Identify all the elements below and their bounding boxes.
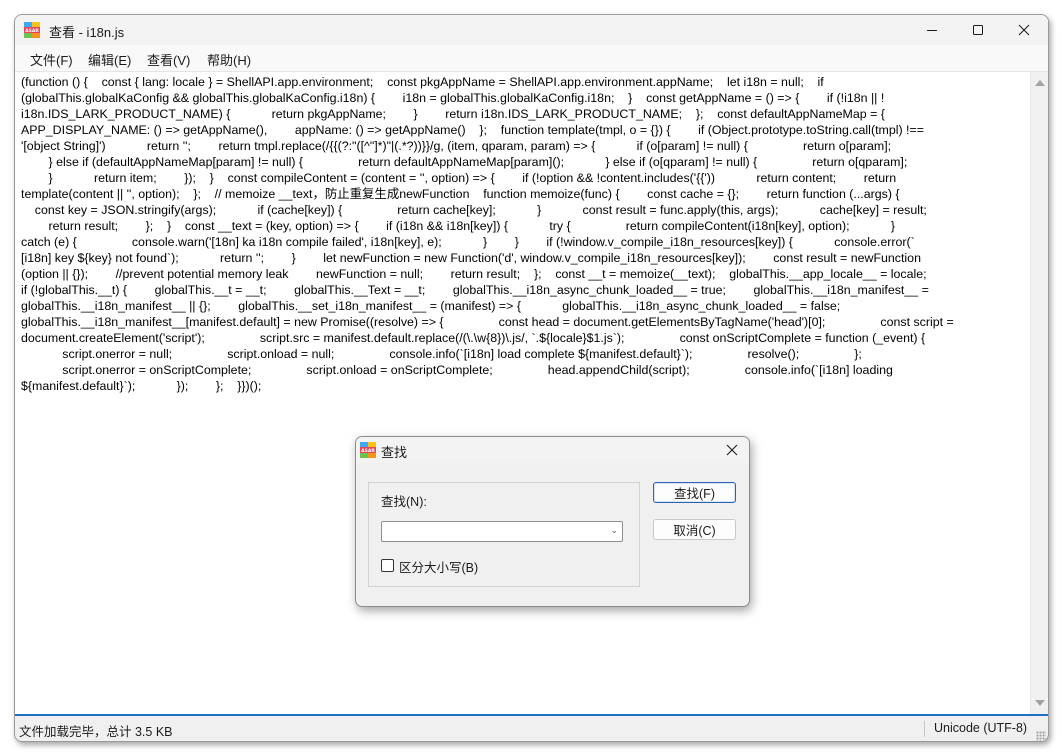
status-bar: 文件加载完毕，总计 3.5 KB Unicode (UTF-8) — [15, 714, 1048, 741]
code-line: } else if (defaultAppNameMap[param] != n… — [21, 155, 908, 169]
load-status: 文件加载完毕，总计 3.5 KB — [19, 725, 173, 739]
code-line: const key = JSON.stringify(args); if (ca… — [21, 203, 927, 217]
minimize-button[interactable] — [909, 15, 955, 45]
find-combobox[interactable]: ⌄ — [381, 521, 623, 542]
find-input[interactable] — [384, 523, 599, 539]
vertical-scrollbar[interactable] — [1030, 72, 1048, 714]
code-line: if (!globalThis.__t) { globalThis.__t = … — [21, 283, 929, 297]
code-line: globalThis.__i18n_manifest__[manifest.de… — [21, 315, 954, 329]
find-dialog-close-button[interactable] — [721, 439, 743, 461]
code-line: APP_DISPLAY_NAME: () => getAppName(), ap… — [21, 123, 924, 137]
code-line: script.onerror = onScriptComplete; scrip… — [21, 363, 893, 377]
code-line: return result; }; } const __text = (key,… — [21, 219, 896, 233]
close-icon — [1018, 24, 1030, 36]
menu-edit[interactable]: 编辑(E) — [88, 50, 131, 69]
menu-help[interactable]: 帮助(H) — [207, 50, 251, 69]
menu-view[interactable]: 查看(V) — [147, 50, 190, 69]
menu-bar: 文件(F) 编辑(E) 查看(V) 帮助(H) — [15, 45, 1048, 72]
code-line: [i18n] key ${key} not found`); return ''… — [21, 251, 921, 265]
code-line: '[object String]') return ''; return tmp… — [21, 139, 892, 153]
code-line: } return item; }); } const compileConten… — [21, 171, 897, 185]
scroll-up-icon[interactable] — [1035, 80, 1045, 86]
maximize-button[interactable] — [955, 15, 1001, 45]
code-line: ${manifest.default}`); }); }; }})(); — [21, 379, 262, 393]
viewer-window: ASAR 查看 - i18n.js 文件(F) 编辑(E) 查看(V) 帮助(H… — [14, 14, 1049, 742]
code-line: (globalThis.globalKaConfig && globalThis… — [21, 91, 885, 105]
resize-grip-icon[interactable] — [1036, 731, 1046, 741]
code-line: (function () { const { lang: locale } = … — [21, 75, 824, 89]
case-sensitive-checkbox[interactable] — [381, 559, 394, 572]
asar-app-icon: ASAR — [24, 22, 40, 38]
find-options-group: 查找(N): ⌄ 区分大小写(B) — [368, 482, 640, 587]
find-dialog-title: 查找 — [381, 445, 408, 460]
code-line: script.onerror = null; script.onload = n… — [21, 347, 862, 361]
find-label: 查找(N): — [381, 495, 427, 509]
chevron-down-icon[interactable]: ⌄ — [610, 525, 618, 536]
code-line: catch (e) { console.warn('[18n] ka i18n … — [21, 235, 915, 249]
close-icon — [726, 444, 738, 456]
window-title: 查看 - i18n.js — [49, 25, 125, 40]
code-line: (option || {}); //prevent potential memo… — [21, 267, 927, 281]
status-separator — [924, 721, 925, 737]
menu-file[interactable]: 文件(F) — [30, 50, 73, 69]
svg-text:ASAR: ASAR — [361, 448, 375, 454]
find-button[interactable]: 查找(F) — [653, 482, 736, 503]
code-line: document.createElement('script'); script… — [21, 331, 926, 345]
maximize-icon — [973, 25, 983, 35]
text-viewer[interactable]: (function () { const { lang: locale } = … — [15, 72, 1030, 714]
close-button[interactable] — [1001, 15, 1047, 45]
svg-text:ASAR: ASAR — [25, 28, 39, 34]
minimize-icon — [927, 30, 937, 31]
find-dialog-title-bar[interactable]: ASAR 查找 — [356, 437, 749, 463]
file-content[interactable]: (function () { const { lang: locale } = … — [21, 74, 1027, 394]
title-bar[interactable]: ASAR 查看 - i18n.js — [15, 15, 1048, 45]
code-line: i18n.IDS_LARK_PRODUCT_NAME) { return pkg… — [21, 107, 885, 121]
encoding-status: Unicode (UTF-8) — [934, 721, 1028, 735]
cancel-button[interactable]: 取消(C) — [653, 519, 736, 540]
code-line: globalThis.__i18n_manifest__ || {}; glob… — [21, 299, 841, 313]
find-dialog: ASAR 查找 查找(N): ⌄ 区分大小写(B) 查找(F) 取消(C) — [355, 436, 750, 607]
asar-app-icon: ASAR — [360, 442, 376, 458]
code-line: template(content || '', option); }; // m… — [21, 187, 900, 201]
scroll-down-icon[interactable] — [1035, 700, 1045, 706]
case-sensitive-label[interactable]: 区分大小写(B) — [399, 557, 478, 576]
